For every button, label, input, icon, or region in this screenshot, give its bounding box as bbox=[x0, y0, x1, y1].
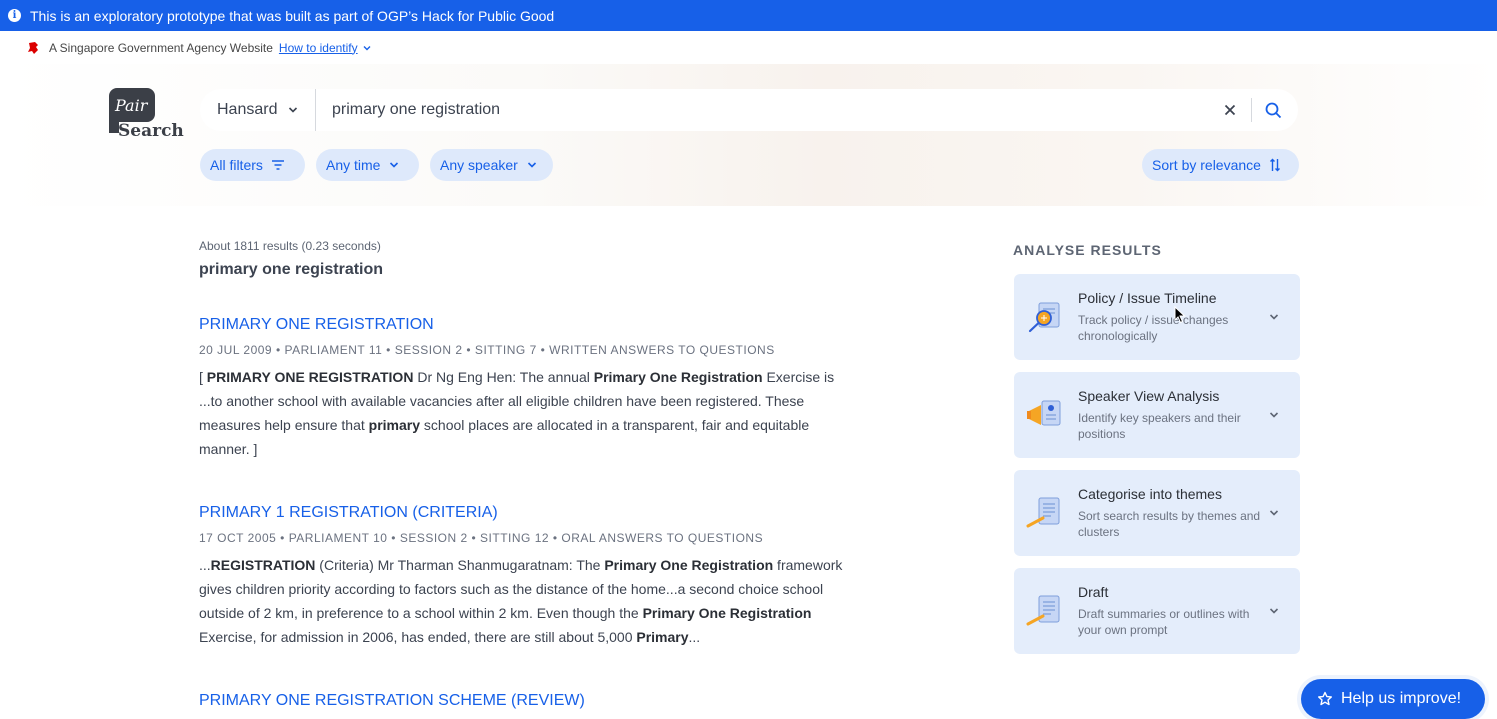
source-dropdown[interactable]: Hansard bbox=[200, 89, 316, 131]
result-meta: 17 OCT 2005 • PARLIAMENT 10 • SESSION 2 … bbox=[199, 531, 764, 545]
analyse-card-timeline[interactable]: Policy / Issue Timeline Track policy / i… bbox=[1014, 274, 1300, 360]
snippet-highlight: primary bbox=[368, 417, 421, 433]
info-icon: i bbox=[8, 9, 21, 22]
speaker-filter-label: Any speaker bbox=[440, 157, 518, 173]
card-title: Policy / Issue Timeline bbox=[1078, 290, 1217, 306]
results-query-heading: primary one registration bbox=[199, 261, 384, 278]
help-button-label: Help us improve! bbox=[1341, 690, 1462, 707]
card-title: Draft bbox=[1078, 584, 1109, 600]
card-title: Categorise into themes bbox=[1078, 486, 1222, 502]
analyse-results-heading: ANALYSE RESULTS bbox=[1013, 242, 1162, 258]
gov-agency-text: A Singapore Government Agency Website bbox=[49, 40, 273, 55]
results-count: About 1811 results (0.23 seconds) bbox=[199, 239, 381, 253]
result-title-link[interactable]: PRIMARY 1 REGISTRATION (CRITERIA) bbox=[199, 504, 859, 522]
lion-head-icon bbox=[28, 41, 38, 54]
result-item: PRIMARY 1 REGISTRATION (CRITERIA) 17 OCT… bbox=[199, 504, 859, 649]
result-snippet: [ PRIMARY ONE REGISTRATION Dr Ng Eng Hen… bbox=[199, 365, 859, 461]
sort-arrows-icon bbox=[1269, 158, 1280, 172]
sort-dropdown[interactable]: Sort by relevance bbox=[1142, 149, 1299, 181]
chevron-down-icon[interactable] bbox=[1263, 605, 1284, 617]
draft-pencil-icon bbox=[1026, 595, 1060, 626]
timeline-magnifier-icon bbox=[1028, 302, 1060, 333]
analyse-card-draft[interactable]: Draft Draft summaries or outlines with y… bbox=[1014, 568, 1300, 654]
gov-masthead: A Singapore Government Agency Website Ho… bbox=[0, 31, 1497, 64]
card-description: Draft summaries or outlines with your ow… bbox=[1078, 607, 1250, 637]
snippet-text: Exercise, for admission in 2006, has end… bbox=[199, 629, 637, 645]
all-filters-label: All filters bbox=[210, 157, 263, 173]
analyse-card-themes[interactable]: Categorise into themes Sort search resul… bbox=[1014, 470, 1300, 556]
chevron-down-icon bbox=[390, 162, 399, 168]
mouse-cursor-icon bbox=[1174, 306, 1186, 324]
snippet-highlight: PRIMARY ONE REGISTRATION bbox=[206, 369, 414, 385]
all-filters-button[interactable]: All filters bbox=[200, 149, 305, 181]
snippet-highlight: Primary One Registration bbox=[604, 557, 774, 573]
snippet-highlight: Primary One Registration bbox=[593, 369, 763, 385]
chevron-down-icon bbox=[363, 45, 371, 50]
star-icon bbox=[1318, 691, 1332, 706]
chevron-down-icon bbox=[289, 107, 298, 113]
pair-search-logo[interactable]: Pair Search bbox=[108, 87, 184, 145]
result-item: PRIMARY ONE REGISTRATION SCHEME (REVIEW) bbox=[199, 692, 859, 710]
snippet-text: Dr Ng Eng Hen: The annual bbox=[413, 369, 594, 385]
search-icon[interactable] bbox=[1258, 102, 1288, 119]
speaker-filter-dropdown[interactable]: Any speaker bbox=[430, 149, 553, 181]
chevron-down-icon[interactable] bbox=[1263, 311, 1284, 323]
filter-icon bbox=[271, 160, 284, 170]
snippet-text: ... bbox=[688, 629, 701, 645]
snippet-highlight: Primary One Registration bbox=[642, 605, 812, 621]
snippet-text: (Criteria) Mr Tharman Shanmugaratnam: Th… bbox=[315, 557, 605, 573]
result-title-link[interactable]: PRIMARY ONE REGISTRATION bbox=[199, 316, 859, 334]
how-to-identify-link[interactable]: How to identify bbox=[279, 41, 372, 55]
time-filter-dropdown[interactable]: Any time bbox=[316, 149, 419, 181]
sort-label: Sort by relevance bbox=[1152, 157, 1261, 173]
time-filter-label: Any time bbox=[326, 157, 381, 173]
card-description: Sort search results by themes and cluste… bbox=[1078, 509, 1261, 539]
logo-pair-box: Pair bbox=[109, 88, 155, 122]
snippet-highlight: Primary bbox=[636, 629, 689, 645]
search-divider bbox=[1251, 98, 1252, 122]
result-meta: 20 JUL 2009 • PARLIAMENT 11 • SESSION 2 … bbox=[199, 343, 775, 357]
document-pencil-icon bbox=[1026, 497, 1060, 528]
card-description: Track policy / issue changes chronologic… bbox=[1078, 313, 1229, 343]
result-item: PRIMARY ONE REGISTRATION 20 JUL 2009 • P… bbox=[199, 316, 859, 461]
chevron-down-icon bbox=[527, 162, 536, 168]
analyse-card-speaker[interactable]: Speaker View Analysis Identify key speak… bbox=[1014, 372, 1300, 458]
result-title-link[interactable]: PRIMARY ONE REGISTRATION SCHEME (REVIEW) bbox=[199, 692, 859, 710]
clear-icon[interactable] bbox=[1215, 104, 1245, 116]
search-input[interactable] bbox=[316, 101, 1215, 119]
card-description: Identify key speakers and their position… bbox=[1078, 411, 1241, 441]
megaphone-document-icon bbox=[1027, 400, 1061, 426]
chevron-down-icon[interactable] bbox=[1263, 507, 1284, 519]
search-bar: Hansard bbox=[200, 89, 1298, 131]
source-label: Hansard bbox=[217, 101, 278, 118]
how-to-identify-label: How to identify bbox=[278, 40, 358, 55]
snippet-text: [ bbox=[199, 369, 207, 385]
banner-text: This is an exploratory prototype that wa… bbox=[30, 7, 555, 24]
card-title: Speaker View Analysis bbox=[1078, 388, 1220, 404]
chevron-down-icon[interactable] bbox=[1263, 409, 1284, 421]
snippet-text: ... bbox=[199, 557, 211, 573]
logo-search-text: Search bbox=[118, 121, 184, 141]
help-us-improve-button[interactable]: Help us improve! bbox=[1301, 679, 1485, 719]
prototype-banner: i This is an exploratory prototype that … bbox=[0, 0, 1497, 31]
logo-pair-text: Pair bbox=[115, 95, 148, 115]
snippet-highlight: REGISTRATION bbox=[210, 557, 316, 573]
header-background bbox=[0, 64, 1497, 206]
result-snippet: ...REGISTRATION (Criteria) Mr Tharman Sh… bbox=[199, 553, 859, 649]
